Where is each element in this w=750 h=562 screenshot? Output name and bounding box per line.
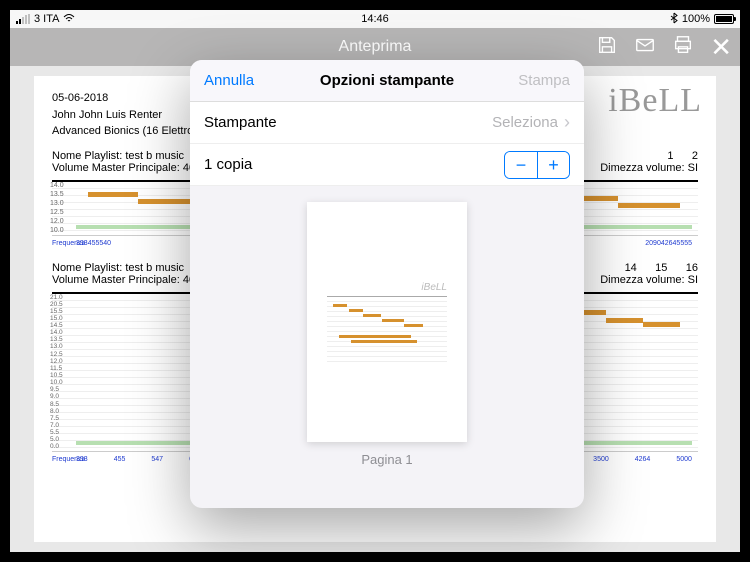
status-bar: 3 ITA 14:46 100% <box>10 10 740 28</box>
save-icon[interactable] <box>596 34 618 61</box>
volume-master: Volume Master Principale: 40% <box>52 274 205 286</box>
dimezza-volume: Dimezza volume: SI <box>600 274 698 286</box>
clock: 14:46 <box>361 13 389 25</box>
carrier-label: 3 ITA <box>34 13 59 25</box>
copies-plus-button[interactable]: + <box>537 152 569 178</box>
print-button[interactable]: Stampa <box>518 72 570 89</box>
battery-pct: 100% <box>682 13 710 25</box>
printer-row[interactable]: Stampante Seleziona › <box>190 102 584 144</box>
page-title: Anteprima <box>339 38 412 56</box>
bluetooth-icon <box>670 12 678 27</box>
copies-label: 1 copia <box>204 156 252 173</box>
playlist-name: Nome Playlist: test b music <box>52 262 184 274</box>
print-icon[interactable] <box>672 34 694 61</box>
page-caption: Pagina 1 <box>361 452 412 467</box>
cancel-button[interactable]: Annulla <box>204 72 254 89</box>
copies-stepper: − + <box>504 151 570 179</box>
battery-icon <box>714 14 734 24</box>
printer-label: Stampante <box>204 114 277 131</box>
chevron-right-icon: › <box>564 112 570 133</box>
app-logo: iBeLL <box>608 82 702 120</box>
print-options-modal: Annulla Opzioni stampante Stampa Stampan… <box>190 60 584 508</box>
wifi-icon <box>63 13 75 26</box>
page-thumbnail[interactable]: iBeLL <box>307 202 467 442</box>
copies-row: 1 copia − + <box>190 144 584 186</box>
dimezza-volume: Dimezza volume: SI <box>600 162 698 174</box>
signal-icon <box>16 14 30 24</box>
playlist-name: Nome Playlist: test b music <box>52 150 184 162</box>
modal-title: Opzioni stampante <box>320 72 454 89</box>
close-icon[interactable]: ✕ <box>710 36 732 58</box>
mail-icon[interactable] <box>634 34 656 61</box>
volume-master: Volume Master Principale: 40% <box>52 162 205 174</box>
copies-minus-button[interactable]: − <box>505 152 537 178</box>
printer-value: Seleziona <box>492 114 558 131</box>
